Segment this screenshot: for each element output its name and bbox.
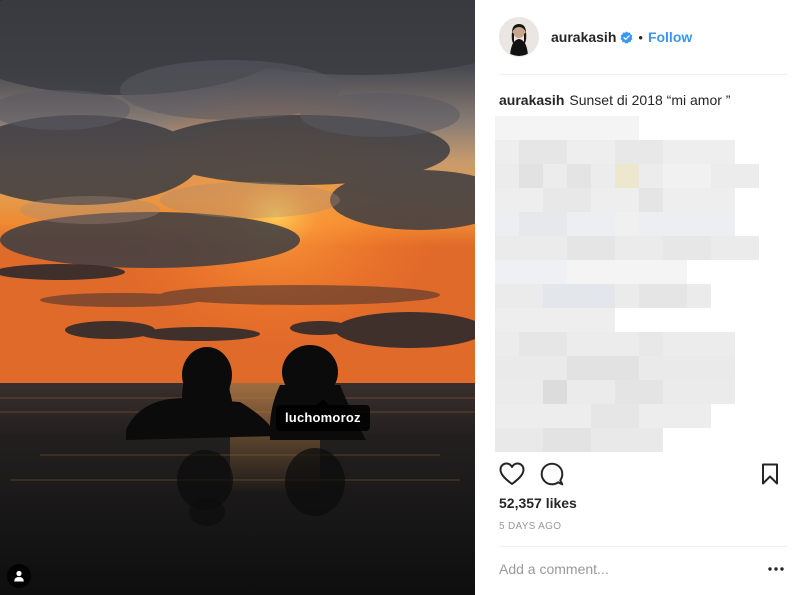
bookmark-icon — [762, 463, 778, 485]
caption-text: Sunset di 2018 “mi amor ” — [569, 92, 731, 108]
comment-input[interactable] — [499, 558, 739, 580]
comment-divider — [499, 546, 787, 547]
follow-button[interactable]: Follow — [648, 29, 692, 45]
comment-button[interactable] — [539, 461, 565, 487]
post-details-panel: aurakasih • Follow aurakasih Sunset di 20… — [475, 0, 793, 595]
user-tag-icon — [14, 570, 24, 582]
post-actions — [499, 460, 783, 488]
caption-username[interactable]: aurakasih — [499, 92, 564, 108]
avatar-image — [500, 18, 538, 56]
ellipsis-icon — [768, 567, 784, 571]
post-caption: aurakasih Sunset di 2018 “mi amor ” — [499, 91, 781, 109]
sunset-photo — [0, 0, 475, 595]
tagged-users-button[interactable] — [7, 564, 31, 588]
pixelated-comments-area — [495, 116, 759, 452]
photo-user-tag[interactable]: luchomoroz — [276, 399, 370, 431]
save-button[interactable] — [757, 461, 783, 487]
like-button[interactable] — [499, 461, 525, 487]
avatar[interactable] — [499, 17, 539, 57]
post-author-username[interactable]: aurakasih — [551, 29, 616, 45]
verified-badge-icon — [620, 30, 633, 44]
header-divider — [499, 74, 787, 75]
post-header: aurakasih • Follow — [499, 16, 787, 58]
more-options-button[interactable] — [767, 560, 785, 578]
speech-bubble-icon — [540, 462, 564, 486]
likes-count[interactable]: 52,357 likes — [499, 495, 577, 511]
post-timestamp[interactable]: 5 DAYS AGO — [499, 521, 561, 532]
separator-dot: • — [638, 29, 643, 45]
heart-icon — [499, 462, 525, 485]
post-photo[interactable]: luchomoroz — [0, 0, 475, 595]
